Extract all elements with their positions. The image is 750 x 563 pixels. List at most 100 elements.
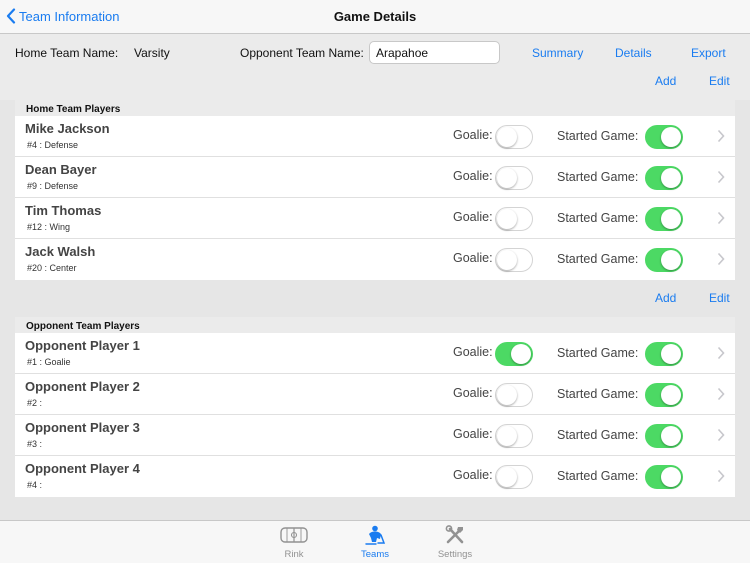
rink-icon xyxy=(280,527,308,543)
table-row[interactable]: Jack Walsh #20 : Center Goalie: Started … xyxy=(15,239,735,280)
player-name: Dean Bayer xyxy=(25,162,97,177)
table-row[interactable]: Mike Jackson #4 : Defense Goalie: Starte… xyxy=(15,116,735,157)
player-details: #20 : Center xyxy=(27,263,77,273)
goalie-label: Goalie: xyxy=(453,169,493,183)
opponent-edit-link[interactable]: Edit xyxy=(709,291,730,305)
started-game-label: Started Game: xyxy=(557,469,639,483)
toggle-knob xyxy=(496,208,517,229)
table-row[interactable]: Opponent Player 4 #4 : Goalie: Started G… xyxy=(15,456,735,497)
table-row[interactable]: Opponent Player 1 #1 : Goalie Goalie: St… xyxy=(15,333,735,374)
player-details: #9 : Defense xyxy=(27,181,79,191)
opponent-team-label: Opponent Team Name: xyxy=(240,46,364,60)
started-game-label: Started Game: xyxy=(557,428,639,442)
started-game-toggle[interactable] xyxy=(645,424,683,448)
tab-teams[interactable]: Teams xyxy=(345,525,405,560)
summary-link[interactable]: Summary xyxy=(532,46,583,60)
started-game-toggle[interactable] xyxy=(645,207,683,231)
toggle-knob xyxy=(660,208,681,229)
player-details: #4 : Defense xyxy=(27,140,79,150)
toggle-knob xyxy=(496,425,517,446)
tab-label: Rink xyxy=(284,549,304,560)
started-game-label: Started Game: xyxy=(557,252,639,266)
home-edit-link[interactable]: Edit xyxy=(709,74,730,88)
tab-label: Settings xyxy=(437,549,473,560)
chevron-right-icon xyxy=(717,170,725,184)
tools-icon xyxy=(445,525,464,544)
toggle-knob xyxy=(496,249,517,270)
started-game-toggle[interactable] xyxy=(645,248,683,272)
details-link[interactable]: Details xyxy=(615,46,652,60)
goalie-toggle[interactable] xyxy=(495,207,533,231)
opponent-team-input[interactable] xyxy=(369,41,500,64)
started-game-toggle[interactable] xyxy=(645,125,683,149)
home-add-link[interactable]: Add xyxy=(655,74,676,88)
toggle-knob xyxy=(660,425,681,446)
player-name: Opponent Player 4 xyxy=(25,461,140,476)
player-details: #3 : xyxy=(27,439,43,449)
player-details: #12 : Wing xyxy=(27,222,71,232)
chevron-right-icon xyxy=(717,469,725,483)
started-game-label: Started Game: xyxy=(557,387,639,401)
opponent-add-link[interactable]: Add xyxy=(655,291,676,305)
goalie-toggle[interactable] xyxy=(495,383,533,407)
home-players-list: Mike Jackson #4 : Defense Goalie: Starte… xyxy=(15,116,735,280)
table-row[interactable]: Opponent Player 2 #2 : Goalie: Started G… xyxy=(15,374,735,415)
toggle-knob xyxy=(496,126,517,147)
table-row[interactable]: Tim Thomas #12 : Wing Goalie: Started Ga… xyxy=(15,198,735,239)
tab-label: Teams xyxy=(361,549,389,560)
navigation-bar: Team Information Game Details xyxy=(0,0,750,34)
toggle-knob xyxy=(660,343,681,364)
goalie-label: Goalie: xyxy=(453,251,493,265)
started-game-toggle[interactable] xyxy=(645,342,683,366)
player-name: Opponent Player 2 xyxy=(25,379,140,394)
goalie-toggle[interactable] xyxy=(495,166,533,190)
page-title: Game Details xyxy=(333,9,417,24)
started-game-label: Started Game: xyxy=(557,346,639,360)
player-name: Opponent Player 1 xyxy=(25,338,140,353)
goalie-toggle[interactable] xyxy=(495,342,533,366)
chevron-right-icon xyxy=(717,129,725,143)
player-details: #1 : Goalie xyxy=(27,357,71,367)
chevron-right-icon xyxy=(717,428,725,442)
home-section-header: Home Team Players xyxy=(15,100,735,116)
started-game-toggle[interactable] xyxy=(645,383,683,407)
team-info-row: Home Team Name: Varsity Opponent Team Na… xyxy=(0,34,750,100)
chevron-right-icon xyxy=(717,346,725,360)
home-team-value: Varsity xyxy=(134,46,170,60)
toggle-knob xyxy=(496,384,517,405)
goalie-label: Goalie: xyxy=(453,468,493,482)
opponent-players-list: Opponent Player 1 #1 : Goalie Goalie: St… xyxy=(15,333,735,497)
started-game-label: Started Game: xyxy=(557,129,639,143)
table-row[interactable]: Dean Bayer #9 : Defense Goalie: Started … xyxy=(15,157,735,198)
export-link[interactable]: Export xyxy=(691,46,726,60)
opponent-section-header: Opponent Team Players xyxy=(15,317,735,333)
chevron-right-icon xyxy=(717,211,725,225)
goalie-toggle[interactable] xyxy=(495,125,533,149)
tab-bar: Rink Teams Settings xyxy=(0,520,750,563)
started-game-toggle[interactable] xyxy=(645,465,683,489)
table-row[interactable]: Opponent Player 3 #3 : Goalie: Started G… xyxy=(15,415,735,456)
goalie-toggle[interactable] xyxy=(495,248,533,272)
toggle-knob xyxy=(660,167,681,188)
tab-settings[interactable]: Settings xyxy=(425,525,485,560)
started-game-label: Started Game: xyxy=(557,211,639,225)
player-name: Jack Walsh xyxy=(25,244,96,259)
goalie-label: Goalie: xyxy=(453,128,493,142)
goalie-label: Goalie: xyxy=(453,386,493,400)
tab-rink[interactable]: Rink xyxy=(264,525,324,560)
player-name: Mike Jackson xyxy=(25,121,110,136)
goalie-toggle[interactable] xyxy=(495,465,533,489)
home-team-label: Home Team Name: xyxy=(15,46,119,60)
chevron-right-icon xyxy=(717,252,725,266)
player-name: Opponent Player 3 xyxy=(25,420,140,435)
chevron-right-icon xyxy=(717,387,725,401)
goalie-label: Goalie: xyxy=(453,427,493,441)
toggle-knob xyxy=(660,249,681,270)
goalie-label: Goalie: xyxy=(453,210,493,224)
goalie-toggle[interactable] xyxy=(495,424,533,448)
toggle-knob xyxy=(660,466,681,487)
player-details: #2 : xyxy=(27,398,43,408)
toggle-knob xyxy=(496,466,517,487)
started-game-toggle[interactable] xyxy=(645,166,683,190)
toggle-knob xyxy=(660,384,681,405)
